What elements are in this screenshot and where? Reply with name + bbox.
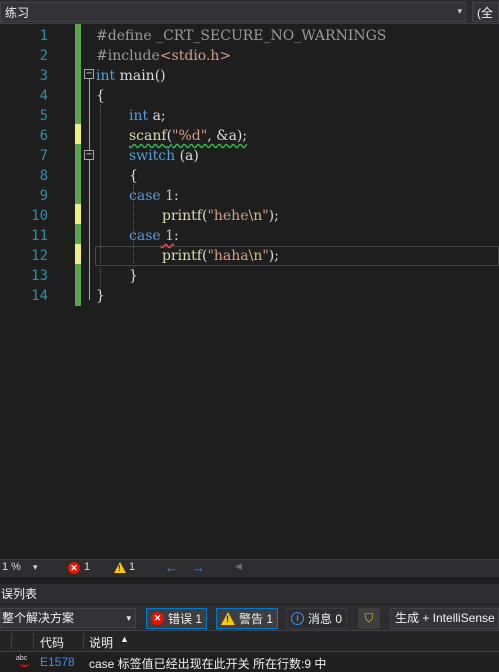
scope-label: (全 — [477, 5, 493, 20]
code-line-13: 13 } — [0, 266, 499, 286]
error-list-title[interactable]: 误列表 — [0, 584, 499, 604]
code-text: { — [96, 88, 105, 104]
code-line-9: 9 case 1: — [0, 186, 499, 206]
error-icon: ✕ — [151, 612, 164, 625]
scope-value: 整个解决方案 — [2, 611, 75, 625]
code-line-14: 14 } — [0, 286, 499, 306]
warning-icon[interactable]: ! — [114, 562, 126, 573]
warnings-filter-button[interactable]: ! 警告 1 — [216, 608, 279, 629]
warning-icon: ! — [221, 612, 235, 625]
code-line-12: 12 printf("haha\n"); — [0, 246, 499, 266]
code-line-1: 1 #define _CRT_SECURE_NO_WARNINGS — [0, 26, 499, 46]
code-text: printf("haha\n"); — [162, 248, 279, 264]
code-line-5: 5 int a; — [0, 106, 499, 126]
code-text: { — [129, 168, 138, 184]
code-line-11: 11 case 1: — [0, 226, 499, 246]
scroll-left-icon[interactable]: ◀ — [235, 561, 242, 572]
editor-status-bar: 1 % ▾ ✕ 1 ! 1 ← → ◀ — [0, 559, 499, 577]
arrow-left-icon[interactable]: ← — [165, 560, 178, 575]
error-row[interactable]: abc E1578 case 标签值已经出现在此开关 所在行数:9 中 — [0, 652, 499, 672]
column-separator — [11, 633, 12, 649]
line-number: 13 — [31, 268, 48, 284]
line-number: 5 — [39, 108, 48, 124]
error-list-toolbar: 整个解决方案 ▾ ✕ 错误 1 ! 警告 1 i 消息 0 ⛉ 生成 + Int… — [0, 605, 499, 631]
line-number: 9 — [39, 188, 48, 204]
info-icon: i — [291, 612, 304, 625]
line-number: 12 — [31, 248, 48, 264]
column-separator — [33, 633, 34, 649]
spellcheck-error-icon: abc — [16, 655, 31, 668]
line-number: 4 — [39, 88, 48, 104]
code-line-7: 7 switch (a) — [0, 146, 499, 166]
scope-dropdown[interactable]: (全 — [472, 2, 499, 22]
project-dropdown[interactable]: 练习 ▾ — [0, 2, 466, 22]
code-text: } — [129, 268, 138, 284]
column-header-code[interactable]: 代码 — [40, 634, 64, 651]
column-header-description[interactable]: 说明 — [89, 634, 113, 651]
warning-count[interactable]: 1 — [129, 561, 135, 573]
errors-filter-button[interactable]: ✕ 错误 1 — [146, 608, 208, 629]
line-number: 7 — [39, 148, 48, 164]
navigation-bar: 练习 ▾ (全 — [0, 0, 499, 24]
code-editor[interactable]: − − 1 #define _CRT_SECURE_NO_WARNINGS 2 … — [0, 24, 499, 559]
code-text: scanf("%d", &a); — [129, 128, 248, 144]
code-line-4: 4 { — [0, 86, 499, 106]
zoom-level[interactable]: 1 % — [2, 561, 21, 573]
code-text: int a; — [129, 108, 166, 124]
code-text: } — [96, 288, 105, 304]
messages-filter-button[interactable]: i 消息 0 — [286, 608, 348, 629]
code-text: case 1: — [129, 228, 179, 244]
line-number: 6 — [39, 128, 48, 144]
error-count[interactable]: 1 — [84, 561, 90, 573]
messages-filter-label: 消息 0 — [308, 612, 343, 626]
dropdown-arrow-icon[interactable]: ▾ — [33, 562, 38, 573]
warnings-filter-label: 警告 1 — [239, 612, 274, 626]
code-text: switch (a) — [129, 148, 199, 164]
line-number: 10 — [31, 208, 48, 224]
dropdown-arrow-icon: ▾ — [457, 6, 462, 16]
filter-icon[interactable]: ⛉ — [358, 608, 380, 629]
line-number: 2 — [39, 48, 48, 64]
sort-asc-icon: ▲ — [120, 634, 129, 644]
build-source-dropdown[interactable]: 生成 + IntelliSense — [390, 608, 499, 629]
scope-dropdown[interactable]: 整个解决方案 ▾ — [0, 608, 136, 628]
error-description: case 标签值已经出现在此开关 所在行数:9 中 — [89, 657, 327, 671]
line-number: 11 — [31, 228, 48, 244]
line-number: 1 — [39, 28, 48, 44]
code-line-2: 2 #include<stdio.h> — [0, 46, 499, 66]
error-list-header: 代码 说明 ▲ — [0, 631, 499, 652]
code-text: case 1: — [129, 188, 179, 204]
code-text: printf("hehe\n"); — [162, 208, 279, 224]
code-text: int main() — [96, 68, 166, 84]
line-number: 8 — [39, 168, 48, 184]
code-line-6: 6 scanf("%d", &a); — [0, 126, 499, 146]
errors-filter-label: 错误 1 — [168, 612, 203, 626]
code-text: #include<stdio.h> — [96, 48, 232, 64]
error-code[interactable]: E1578 — [40, 655, 75, 669]
code-line-10: 10 printf("hehe\n"); — [0, 206, 499, 226]
code-text: #define _CRT_SECURE_NO_WARNINGS — [96, 28, 387, 44]
error-icon[interactable]: ✕ — [68, 562, 80, 574]
code-line-3: 3 int main() — [0, 66, 499, 86]
chevron-down-icon: ▾ — [126, 613, 131, 623]
line-number: 3 — [39, 68, 48, 84]
code-line-8: 8 { — [0, 166, 499, 186]
project-name: 练习 — [5, 5, 30, 20]
column-separator — [83, 633, 84, 649]
line-number: 14 — [31, 288, 48, 304]
arrow-right-icon[interactable]: → — [192, 560, 205, 575]
build-source-value: 生成 + IntelliSense — [395, 611, 495, 625]
